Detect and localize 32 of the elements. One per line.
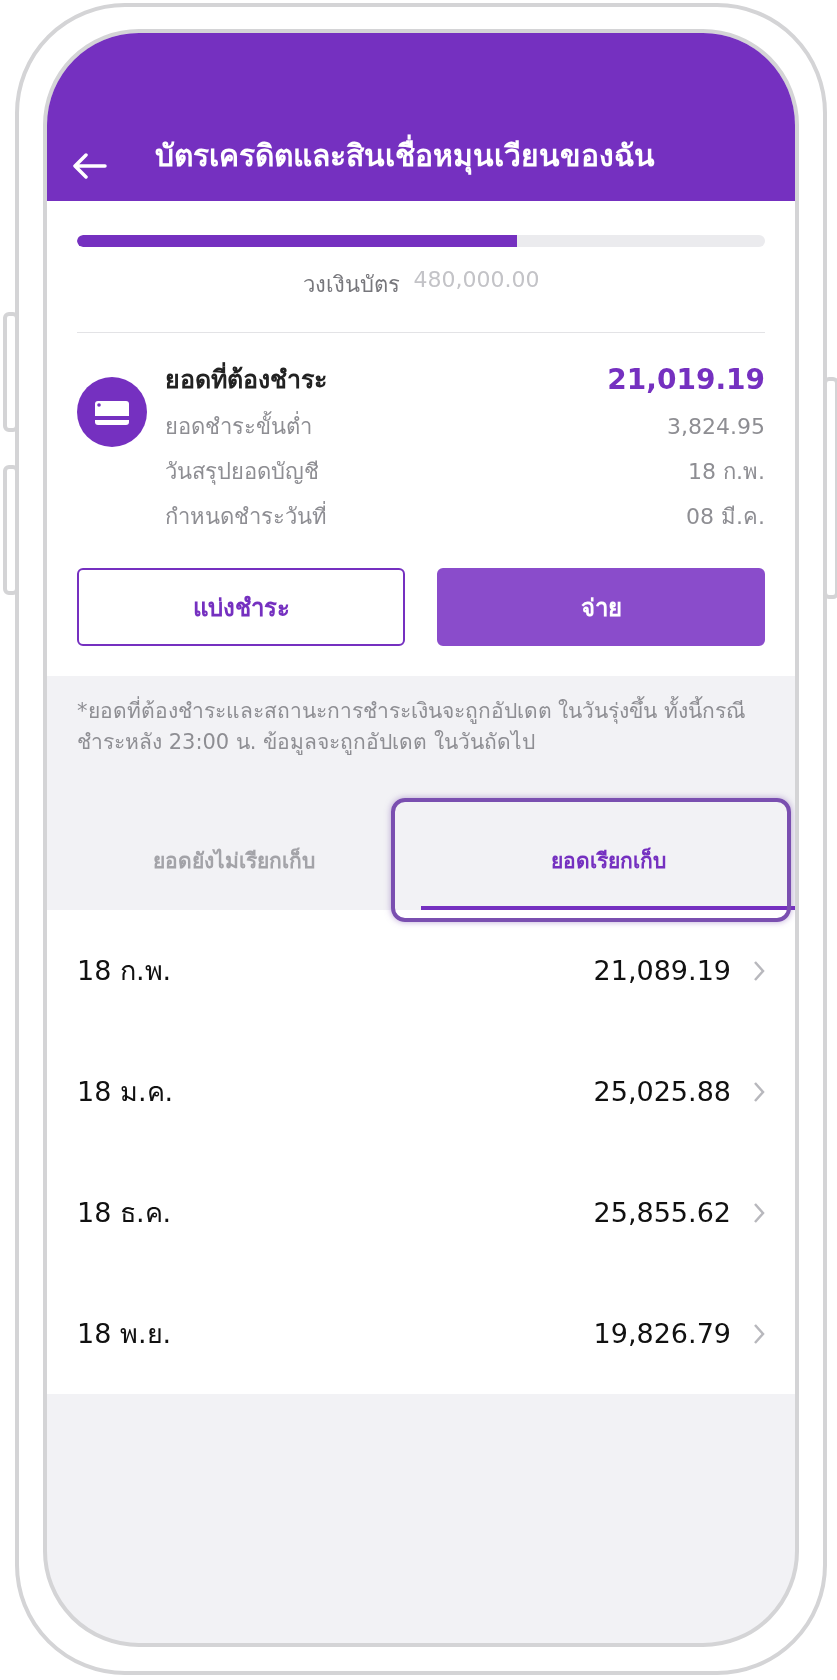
credit-card-icon (77, 377, 147, 447)
statement-amount: 19,826.79 (593, 1318, 731, 1349)
detail-value: 3,824.95 (667, 414, 765, 439)
amount-due-label: ยอดที่ต้องชำระ (165, 359, 327, 399)
amount-due-value: 21,019.19 (607, 362, 765, 396)
statement-date: 18 ม.ค. (77, 1075, 175, 1109)
statement-row[interactable]: 18 ม.ค. 25,025.88 (47, 1031, 795, 1152)
detail-value: 18 ก.พ. (688, 458, 765, 486)
installment-button[interactable]: แบ่งชำระ (77, 568, 405, 646)
back-icon[interactable] (73, 153, 107, 179)
statement-row[interactable]: 18 ก.พ. 21,089.19 (47, 910, 795, 1031)
statement-date: 18 ก.พ. (77, 954, 173, 988)
pay-button[interactable]: จ่าย (437, 568, 765, 646)
detail-label: ยอดชำระขั้นต่ำ (165, 409, 312, 444)
limit-label: วงเงินบัตร (302, 271, 400, 299)
chevron-icon (753, 1201, 765, 1224)
update-note: *ยอดที่ต้องชำระและสถานะการชำระเงินจะถูกอัปเดต ในวันรุ่งขึ้น ทั้งนี้กรณีชำระหลัง 23:00 น. ข้อมูลจะถูกอัปเดต ในวันถัดไป (47, 676, 795, 798)
chevron-icon (753, 959, 765, 982)
statement-amount: 21,089.19 (593, 955, 731, 986)
statement-date: 18 ธ.ค. (77, 1196, 173, 1230)
statement-amount: 25,855.62 (593, 1197, 731, 1228)
limit-value: 480,000.00 (413, 267, 540, 294)
screen-title: บัตรเครดิตและสินเชื่อหมุนเวียนของฉัน (155, 132, 655, 179)
chevron-icon (753, 1322, 765, 1345)
detail-label: วันสรุปยอดบัญชี (165, 458, 319, 487)
statement-row[interactable]: 18 ธ.ค. 25,855.62 (47, 1152, 795, 1273)
statement-amount: 25,025.88 (593, 1076, 731, 1107)
detail-value: 08 มี.ค. (686, 503, 765, 531)
statement-row[interactable]: 18 พ.ย. 19,826.79 (47, 1273, 795, 1394)
detail-label: กำหนดชำระวันที่ (165, 499, 327, 534)
statement-date: 18 พ.ย. (77, 1317, 173, 1351)
chevron-icon (753, 1080, 765, 1103)
